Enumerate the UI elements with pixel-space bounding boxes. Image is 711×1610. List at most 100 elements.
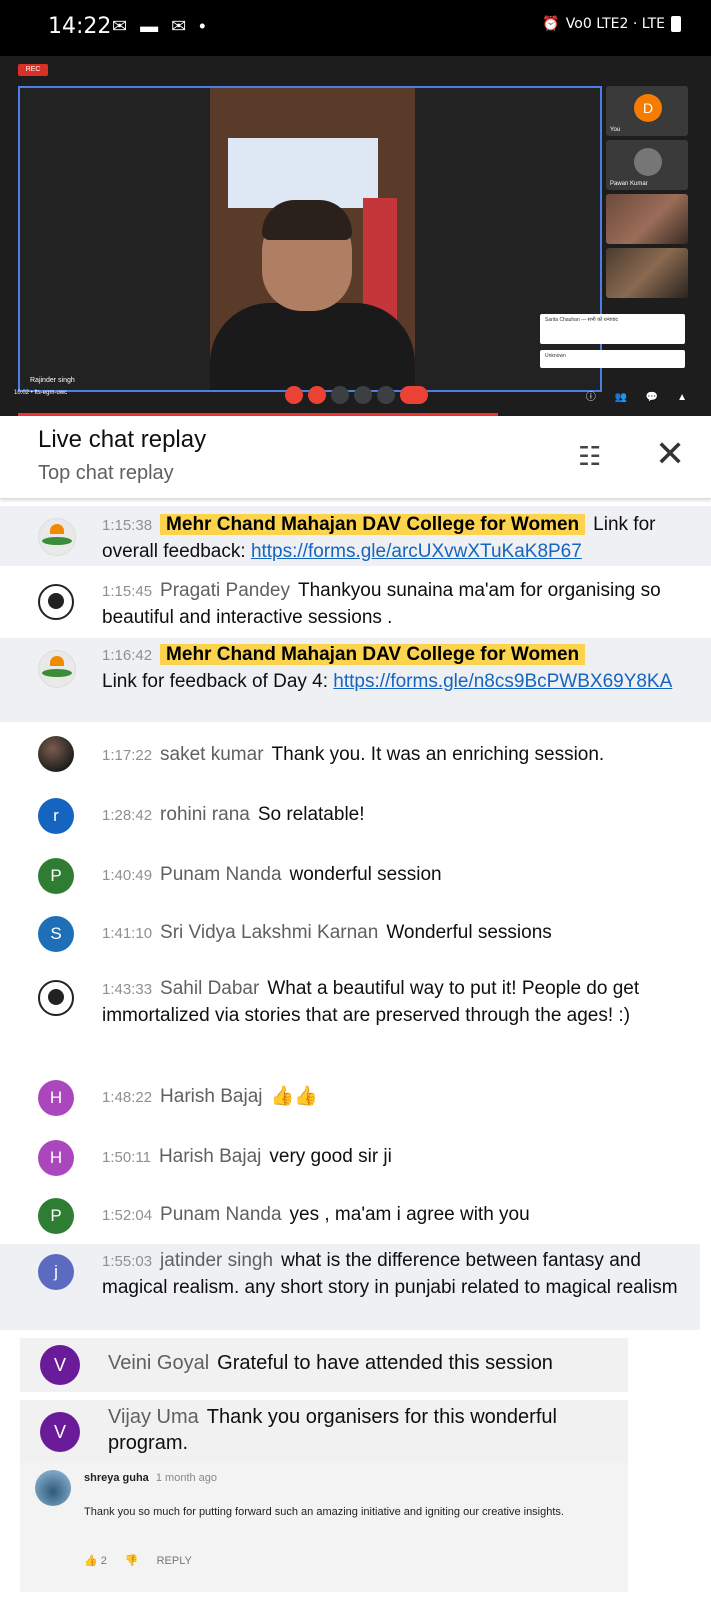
- message-text: Grateful to have attended this session: [217, 1352, 553, 1374]
- like-button[interactable]: 👍 2: [84, 1554, 107, 1567]
- user-avatar: H: [38, 1080, 74, 1116]
- chat-message: H 1:48:22 Harish Bajaj 👍👍: [0, 1078, 711, 1122]
- like-count: 2: [100, 1555, 107, 1567]
- timestamp: 1:50:11: [102, 1149, 151, 1166]
- author-name: jatinder singh: [160, 1250, 274, 1271]
- message-body: Veini Goyal Grateful to have attended thi…: [108, 1350, 692, 1376]
- participant-tile: Pawan Kumar: [606, 140, 688, 190]
- comment: shreya guha 1 month ago Thank you so muc…: [20, 1462, 628, 1592]
- main-speaker-frame: Rajinder singh: [18, 86, 602, 392]
- hang-up-icon[interactable]: [400, 386, 428, 404]
- message-body: 1:17:22 saket kumar Thank you. It was an e…: [102, 742, 686, 769]
- message-text: Thank you. It was an enriching session.: [271, 744, 605, 765]
- rec-badge: REC: [18, 64, 48, 76]
- author-name: Punam Nanda: [160, 864, 282, 885]
- chat-message: 1:16:42 Mehr Chand Mahajan DAV College fo…: [0, 638, 711, 722]
- user-avatar: V: [40, 1412, 80, 1452]
- participant-tile-you: D You: [606, 86, 688, 136]
- user-avatar: j: [38, 1254, 74, 1290]
- speaker-hair: [262, 200, 352, 240]
- thumbs-up-emoji: 👍👍: [270, 1086, 318, 1107]
- alarm-icon: ⏰: [542, 16, 560, 32]
- chat-message: 1:15:45 Pragati Pandey Thankyou sunaina ma…: [0, 574, 711, 632]
- participant-avatar: D: [634, 94, 662, 122]
- mic-off-icon[interactable]: [285, 386, 303, 404]
- timestamp: 1:40:49: [102, 867, 153, 884]
- author-badge: Mehr Chand Mahajan DAV College for Women: [160, 644, 586, 665]
- user-avatar: V: [40, 1345, 80, 1385]
- message-body: Vijay Uma Thank you organisers for this w…: [108, 1404, 618, 1456]
- close-icon[interactable]: ✕: [655, 436, 685, 472]
- user-avatar: S: [38, 916, 74, 952]
- comment-text: Thank you so much for putting forward su…: [84, 1506, 564, 1518]
- more-options-icon[interactable]: [377, 386, 395, 404]
- dislike-icon[interactable]: 👎: [125, 1554, 139, 1567]
- participant-video: [606, 248, 688, 298]
- message-body: 1:50:11 Harish Bajaj very good sir ji: [102, 1144, 686, 1171]
- feedback-link[interactable]: https://forms.gle/arcUXvwXTuKaK8P67: [251, 541, 582, 562]
- chat-message: 1:17:22 saket kumar Thank you. It was an e…: [0, 736, 711, 784]
- author-name: Pragati Pandey: [160, 580, 290, 601]
- comment-time: 1 month ago: [155, 1472, 218, 1484]
- camera-off-icon[interactable]: [308, 386, 326, 404]
- timestamp: 1:16:42: [102, 647, 153, 664]
- chat-mode-dropdown[interactable]: Top chat replay: [38, 462, 174, 485]
- status-indicators: ⏰ Vo0 LTE2 · LTE: [542, 16, 681, 32]
- status-time: 14:22: [48, 14, 112, 39]
- message-body: 1:55:03 jatinder singh what is the differe…: [102, 1248, 686, 1301]
- chat-message: 1:43:33 Sahil Dabar What a beautiful way t…: [0, 970, 711, 1052]
- meeting-controls: 10:02 • fts-egm-uwc ⓘ 👥 💬 ▲: [0, 376, 711, 416]
- chat-message: r 1:28:42 rohini rana So relatable!: [0, 796, 711, 840]
- chat-title: Live chat replay: [38, 426, 207, 453]
- participant-label: You: [610, 127, 621, 133]
- timestamp: 1:15:45: [102, 583, 153, 600]
- reply-button[interactable]: REPLY: [157, 1555, 192, 1567]
- message-body: 1:15:38 Mehr Chand Mahajan DAV College fo…: [102, 512, 686, 565]
- user-avatar: [38, 736, 74, 772]
- participant-label: Pawan Kumar: [610, 181, 648, 187]
- message-body: 1:40:49 Punam Nanda wonderful session: [102, 862, 686, 889]
- participant-photo: [634, 148, 662, 176]
- author-name: Harish Bajaj: [158, 1146, 262, 1167]
- raise-hand-icon[interactable]: [331, 386, 349, 404]
- network-label: Vo0 LTE2 · LTE: [565, 16, 665, 32]
- college-logo-icon: [38, 650, 76, 688]
- user-avatar: P: [38, 1198, 74, 1234]
- meeting-chat-message: Sarita Chauhan — सभी को धन्यवाद: [540, 314, 685, 344]
- video-player[interactable]: REC Rajinder singh D You Pawan Kumar Sar…: [0, 56, 711, 416]
- message-text: very good sir ji: [269, 1146, 392, 1167]
- chat-message: P 1:40:49 Punam Nanda wonderful session: [0, 856, 711, 900]
- author-badge: Mehr Chand Mahajan DAV College for Women: [160, 514, 586, 535]
- meeting-info: 10:02 • fts-egm-uwc: [14, 390, 68, 396]
- user-avatar: P: [38, 858, 74, 894]
- author-name: Harish Bajaj: [160, 1086, 263, 1107]
- window: [228, 138, 378, 208]
- user-avatar: [38, 980, 74, 1016]
- speaker-video: [210, 88, 415, 390]
- commenter-name[interactable]: shreya guha: [84, 1472, 149, 1484]
- thumbs-up-icon: 👍: [84, 1555, 98, 1567]
- message-body: 1:28:42 rohini rana So relatable!: [102, 802, 686, 829]
- message-text: Link for feedback of Day 4:: [102, 671, 329, 692]
- status-bar: 14:22 ✉ ▬ ✉ • ⏰ Vo0 LTE2 · LTE: [0, 0, 711, 56]
- present-icon[interactable]: [354, 386, 372, 404]
- participant-tile: [606, 194, 688, 244]
- chat-message: P 1:52:04 Punam Nanda yes , ma'am i agree …: [0, 1196, 711, 1240]
- message-text: So relatable!: [257, 804, 365, 825]
- timestamp: 1:15:38: [102, 517, 153, 534]
- chat-header: Live chat replay Top chat replay ☷ ✕: [0, 416, 711, 499]
- message-text: Wonderful sessions: [386, 922, 552, 943]
- message-body: 1:16:42 Mehr Chand Mahajan DAV College fo…: [102, 642, 686, 695]
- user-avatar: r: [38, 798, 74, 834]
- message-body: 1:43:33 Sahil Dabar What a beautiful way t…: [102, 976, 686, 1029]
- filter-icon[interactable]: ☷: [578, 441, 601, 472]
- chat-message: j 1:55:03 jatinder singh what is the diffe…: [0, 1244, 700, 1330]
- timestamp: 1:41:10: [102, 925, 153, 942]
- battery-icon: [671, 16, 681, 32]
- feedback-link[interactable]: https://forms.gle/n8cs9BcPWBX69Y8KA: [333, 671, 672, 692]
- user-avatar: [38, 584, 74, 620]
- meeting-side-icons[interactable]: ⓘ 👥 💬 ▲: [586, 388, 695, 403]
- chat-message: 1:15:38 Mehr Chand Mahajan DAV College fo…: [0, 506, 711, 566]
- college-logo-icon: [38, 518, 76, 556]
- chat-message-card: V Veini Goyal Grateful to have attended t…: [20, 1338, 628, 1392]
